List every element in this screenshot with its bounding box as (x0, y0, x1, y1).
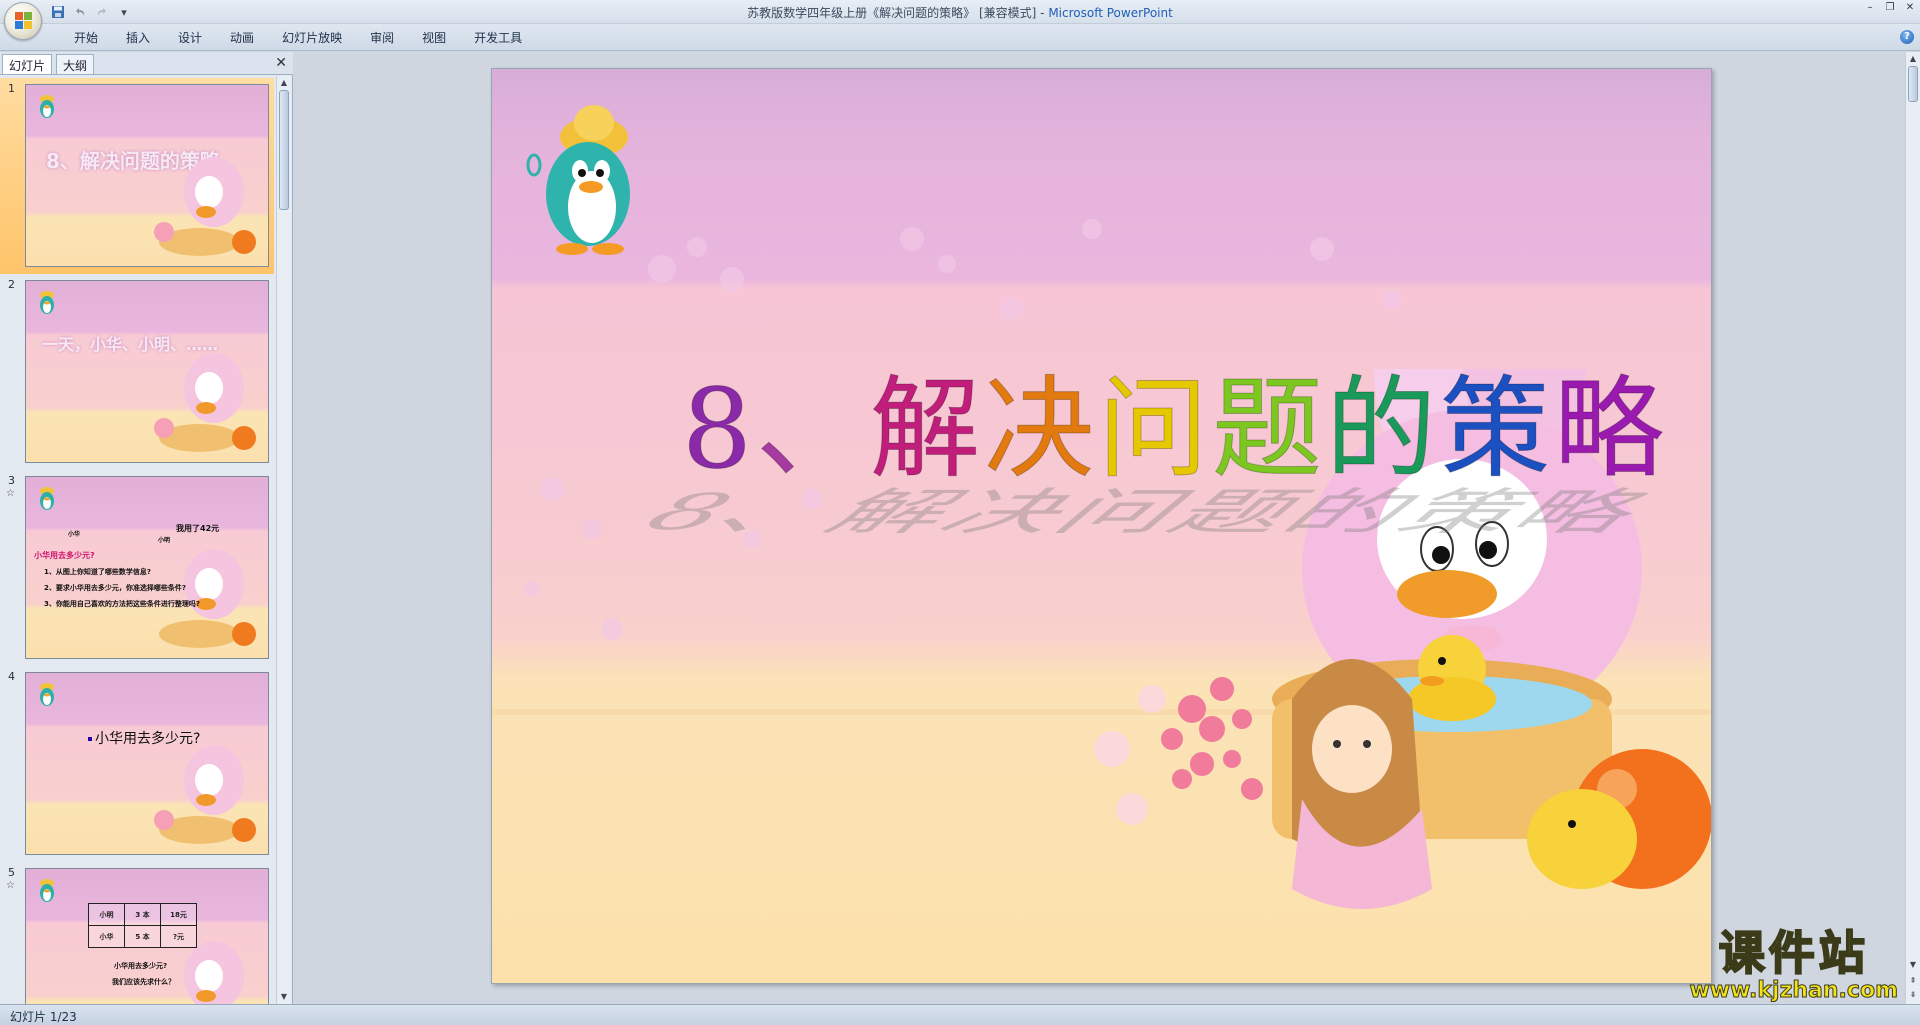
scroll-down-icon[interactable]: ▼ (279, 992, 289, 1002)
thumb-text: 小华用去多少元? (88, 728, 200, 748)
tab-animations[interactable]: 动画 (216, 30, 268, 46)
slide-preview: 一天，小华、小明、…… (25, 280, 269, 463)
slide-counter: 幻灯片 1/23 (10, 1010, 77, 1024)
slide-preview: 我用了42元 小华 小明 小华用去多少元? 1、从图上你知道了哪些数学信息? 2… (25, 476, 269, 659)
scroll-thumb[interactable] (279, 90, 289, 210)
next-slide-icon[interactable]: ⇟ (1908, 990, 1918, 1000)
slide-thumbnail-3[interactable]: 3 ☆ 我用了42元 小华 小明 小华用去多少元? 1、从图上你知道了哪些数学信… (0, 470, 274, 666)
thumb-table: 小明 3 本 18元 小华 5 本 ?元 (88, 903, 197, 948)
slides-pane: 幻灯片 大纲 ✕ 1 8、解决问题的策略 2 一天，小华、小明、…… 3 ☆ 我… (0, 52, 293, 1004)
watermark-url: www.kjzhan.com (1689, 978, 1899, 1004)
thumb-text: 3、你能用自己喜欢的方法把这些条件进行整理吗? (44, 600, 200, 608)
penguin-icon (40, 879, 54, 902)
cartoon-decoration (159, 549, 256, 648)
close-pane-icon[interactable]: ✕ (275, 55, 287, 71)
slide-editing-area: 8、解决问题的策略 8、解决问题的策略 (294, 52, 1905, 1004)
animation-star-icon: ☆ (6, 488, 15, 499)
tab-design[interactable]: 设计 (164, 30, 216, 46)
table-cell: 5 本 (124, 925, 161, 948)
penguin-icon (40, 291, 54, 314)
minimize-button[interactable]: – (1864, 2, 1876, 14)
app-name: Microsoft PowerPoint (1048, 6, 1173, 20)
slide-preview: 小明 3 本 18元 小华 5 本 ?元 小华用去多少元? 我们应该先求什么？ (25, 868, 269, 1004)
table-cell: 3 本 (124, 903, 161, 926)
pane-tabs: 幻灯片 大纲 ✕ (0, 52, 293, 75)
tab-slideshow[interactable]: 幻灯片放映 (268, 30, 356, 46)
window-controls: – ❐ ✕ (1864, 2, 1916, 14)
slide-preview: 8、解决问题的策略 (25, 84, 269, 267)
scroll-up-icon[interactable]: ▲ (1908, 54, 1918, 64)
thumb-text: 小华用去多少元? (34, 551, 95, 560)
slide-number: 3 (8, 474, 15, 487)
slide-number: 2 (8, 278, 15, 291)
slide-thumbnail-5[interactable]: 5 ☆ 小明 3 本 18元 小华 5 本 ?元 小华用去多少元? 我们应该先求… (0, 862, 274, 1004)
thumb-text: 2、要求小华用去多少元，你准选择哪些条件? (44, 584, 186, 592)
watermark-logo: 课件站 www.kjzhan.com (1689, 926, 1899, 1004)
slide-title-char: 题 (1212, 365, 1326, 493)
slide-title-char: 解 (870, 365, 984, 493)
office-logo-icon (15, 12, 33, 30)
scroll-down-icon[interactable]: ▼ (1908, 960, 1918, 970)
slide-number: 5 (8, 866, 15, 879)
penguin-mascot-icon (526, 105, 630, 255)
tab-review[interactable]: 审阅 (356, 30, 408, 46)
scroll-thumb[interactable] (1908, 66, 1918, 102)
thumb-text: 小华 (68, 531, 81, 538)
ribbon: 开始 插入 设计 动画 幻灯片放映 审阅 视图 开发工具 ? (0, 24, 1920, 51)
previous-slide-icon[interactable]: ⇞ (1908, 976, 1918, 986)
penguin-icon (40, 95, 54, 118)
window-title: 苏教版数学四年级上册《解决问题的策略》 [兼容模式] - Microsoft P… (0, 4, 1920, 21)
cartoon-decoration (154, 745, 256, 844)
slide-number: 1 (8, 82, 15, 95)
cartoon-decoration (154, 157, 256, 256)
table-cell: ?元 (160, 925, 197, 948)
slide-thumbnail-2[interactable]: 2 一天，小华、小明、…… (0, 274, 274, 470)
slide-title-shadow: 8、解决问题的策略 (619, 483, 1675, 541)
slide-thumbnail-4[interactable]: 4 小华用去多少元? (0, 666, 274, 862)
table-cell: 小明 (88, 903, 125, 926)
title-bar: ▾ 苏教版数学四年级上册《解决问题的策略》 [兼容模式] - Microsoft… (0, 0, 1920, 40)
tab-home[interactable]: 开始 (60, 30, 112, 46)
slide-number: 4 (8, 670, 15, 683)
restore-button[interactable]: ❐ (1884, 2, 1896, 14)
cartoon-decoration (154, 353, 256, 452)
slide-thumbnail-1[interactable]: 1 8、解决问题的策略 (0, 78, 274, 274)
slide-title-char: 略 (1554, 365, 1668, 493)
tab-outline[interactable]: 大纲 (56, 54, 95, 74)
office-button[interactable] (4, 2, 42, 40)
slide-scrollbar[interactable]: ▲ ▼ ⇞ ⇟ (1905, 52, 1920, 1004)
tab-insert[interactable]: 插入 (112, 30, 164, 46)
penguin-icon (40, 487, 54, 510)
slide-thumbnail-list: 1 8、解决问题的策略 2 一天，小华、小明、…… 3 ☆ 我用了42元 小华 … (0, 76, 274, 1004)
tab-slides[interactable]: 幻灯片 (2, 54, 53, 74)
current-slide[interactable]: 8、解决问题的策略 8、解决问题的策略 (491, 68, 1712, 984)
help-icon[interactable]: ? (1900, 30, 1914, 44)
status-bar: 幻灯片 1/23 (0, 1004, 1920, 1025)
scroll-up-icon[interactable]: ▲ (279, 78, 289, 88)
slide-title-char: 、 (756, 365, 870, 493)
slide-preview: 小华用去多少元? (25, 672, 269, 855)
thumb-text: 我用了42元 (176, 524, 220, 533)
penguin-icon (40, 683, 54, 706)
close-button[interactable]: ✕ (1904, 2, 1916, 14)
slide-title-char: 的 (1326, 365, 1440, 493)
thumb-text: 小华用去多少元? (114, 962, 168, 970)
slide-title[interactable]: 8、解决问题的策略 (682, 369, 1668, 490)
table-cell: 18元 (160, 903, 197, 926)
watermark-title: 课件站 (1718, 926, 1869, 980)
ribbon-tabs: 开始 插入 设计 动画 幻灯片放映 审阅 视图 开发工具 (60, 30, 536, 46)
slide-title-char: 问 (1098, 365, 1212, 493)
thumb-text: 小明 (158, 537, 171, 544)
table-cell: 小华 (88, 925, 125, 948)
slide-title-char: 决 (984, 365, 1098, 493)
slide-title-char: 8 (682, 365, 756, 493)
thumb-text: 1、从图上你知道了哪些数学信息? (44, 568, 151, 576)
tab-developer[interactable]: 开发工具 (460, 30, 536, 46)
slide-title-char: 策 (1440, 365, 1554, 493)
document-title: 苏教版数学四年级上册《解决问题的策略》 [兼容模式] - (747, 6, 1049, 20)
animation-star-icon: ☆ (6, 880, 15, 891)
thumb-text: 我们应该先求什么？ (112, 978, 175, 986)
thumbnail-scrollbar[interactable]: ▲ ▼ (276, 76, 291, 1004)
tab-view[interactable]: 视图 (408, 30, 460, 46)
